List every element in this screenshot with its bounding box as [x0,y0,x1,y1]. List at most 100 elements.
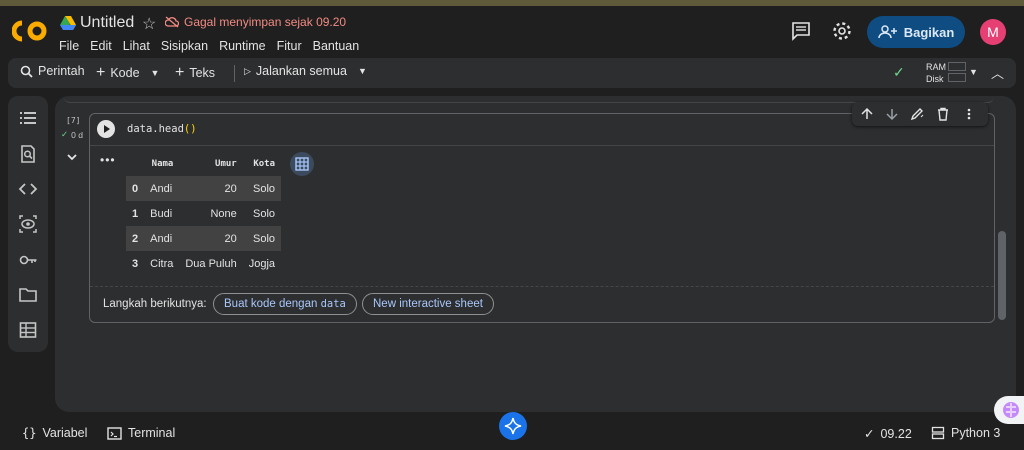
share-button[interactable]: Bagikan [867,16,965,48]
google-drive-icon[interactable] [60,16,76,30]
generate-code-text: Buat kode dengan [224,298,318,310]
code-editor[interactable]: data.head() [127,123,197,135]
table-cell: Solo [253,207,276,220]
collapse-output-chevron-icon[interactable] [66,151,78,163]
menu-edit[interactable]: Edit [90,39,112,53]
secrets-key-icon[interactable] [18,250,38,270]
edit-pencil-icon[interactable] [910,107,924,121]
gemini-button[interactable] [499,412,527,440]
exec-time-text: 0 d [71,129,83,140]
index-header [126,152,144,176]
share-label: Bagikan [903,24,955,40]
next-steps-label: Langkah berikutnya: [103,298,207,310]
play-icon: ▷ [244,65,251,76]
code-parens: () [183,123,197,135]
output-actions-menu-icon[interactable]: ••• [100,153,116,167]
more-vert-icon[interactable] [962,107,976,121]
toc-icon[interactable] [18,108,38,128]
floating-extension-button[interactable] [994,396,1024,424]
caret-down-icon[interactable]: ▼ [358,66,367,76]
command-label: Perintah [38,64,85,78]
table-cell: Jogja [248,257,276,270]
interactive-table-button[interactable] [290,152,314,176]
resource-monitor[interactable]: RAM Disk [926,61,946,85]
save-status[interactable]: Gagal menyimpan sejak 09.20 [165,15,346,29]
execution-time: ✓ 0 d [61,129,83,140]
menu-runtime[interactable]: Runtime [219,39,266,53]
terminal-button[interactable]: Terminal [107,426,175,440]
column-header: Umur [215,159,237,169]
run-all-button[interactable]: ▷ Jalankan semua ▼ [244,64,367,78]
server-icon [931,426,945,440]
app-header: Untitled ☆ Gagal menyimpan sejak 09.20 F… [0,6,1024,58]
table-cell: Dua Puluh [185,257,237,270]
menu-bar: File Edit Lihat Sisipkan Runtime Fitur B… [59,39,359,53]
runtime-caret-down-icon[interactable]: ▼ [969,67,978,77]
delete-trash-icon[interactable] [936,107,950,121]
save-status-text: Gagal menyimpan sejak 09.20 [184,15,347,29]
braces-icon: {} [22,426,37,440]
code-snippets-icon[interactable] [18,179,38,199]
collapse-chevron-up-icon[interactable]: ︿ [991,63,1004,82]
row-index: 2 [126,226,145,251]
add-code-button[interactable]: + Kode ▼ [96,64,159,82]
table-cell: Citra [150,257,174,270]
files-folder-icon[interactable] [18,285,38,305]
notebook-toolbar: Perintah + Kode ▼ + Teks ▷ Jalankan semu… [8,58,1016,88]
variables-label: Variabel [42,426,88,440]
row-index: 0 [126,176,145,201]
run-cell-button[interactable] [97,120,115,138]
move-up-arrow-icon[interactable] [860,107,874,121]
move-down-arrow-icon[interactable] [885,107,899,121]
table-row: 2 Andi 20 Solo [126,226,282,251]
plus-icon: + [175,64,185,81]
command-palette-button[interactable]: Perintah [20,64,85,78]
generate-code-button[interactable]: Buat kode dengan data [213,293,357,315]
notebook-title[interactable]: Untitled [80,14,134,32]
last-run-time[interactable]: ✓ 09.22 [864,426,912,442]
menu-help[interactable]: Bantuan [313,39,360,53]
gemini-sparkle-icon [504,417,522,435]
menu-tools[interactable]: Fitur [277,39,302,53]
add-text-button[interactable]: + Teks [175,64,215,82]
star-icon[interactable]: ☆ [142,14,156,34]
cell-toolbar [852,102,988,126]
kernel-status[interactable]: Python 3 [931,426,1000,440]
table-cell: Budi [150,207,173,220]
avatar[interactable]: M [980,19,1006,45]
run-all-label: Jalankan semua [255,64,347,78]
menu-file[interactable]: File [59,39,79,53]
menu-view[interactable]: Lihat [123,39,150,53]
table-cell: Andi [144,176,180,201]
table-cell: Solo [242,226,282,251]
settings-gear-icon[interactable] [831,20,853,42]
table-row: 1 Budi None Solo [126,201,281,226]
table-grid-icon [295,157,309,171]
variables-button[interactable]: {} Variabel [22,426,87,440]
cloud-off-icon [165,16,179,28]
new-interactive-sheet-button[interactable]: New interactive sheet [362,293,494,315]
caret-down-icon[interactable]: ▼ [151,68,160,78]
kernel-label: Python 3 [951,426,1001,440]
find-icon[interactable] [18,144,38,164]
left-sidebar [8,96,48,352]
code-text: data.head [127,123,184,135]
connected-check-icon: ✓ [893,64,905,80]
comment-icon[interactable] [790,20,812,42]
add-code-label: Kode [110,66,140,80]
colab-logo[interactable] [12,18,48,44]
time-text: 09.22 [880,426,912,441]
next-steps-divider [90,286,994,287]
table-cell: Andi [144,226,180,251]
brain-icon [1003,402,1019,418]
row-index: 1 [132,207,139,220]
notebook-scrollbar[interactable] [998,231,1006,320]
column-header: Nama [151,159,174,169]
add-text-label: Teks [189,66,216,80]
menu-insert[interactable]: Sisipkan [161,39,208,53]
data-table-icon[interactable] [18,320,38,340]
ram-label: RAM [926,62,946,72]
variables-inspector-icon[interactable] [18,214,38,234]
share-people-icon [877,25,897,39]
table-cell: Solo [242,176,282,201]
